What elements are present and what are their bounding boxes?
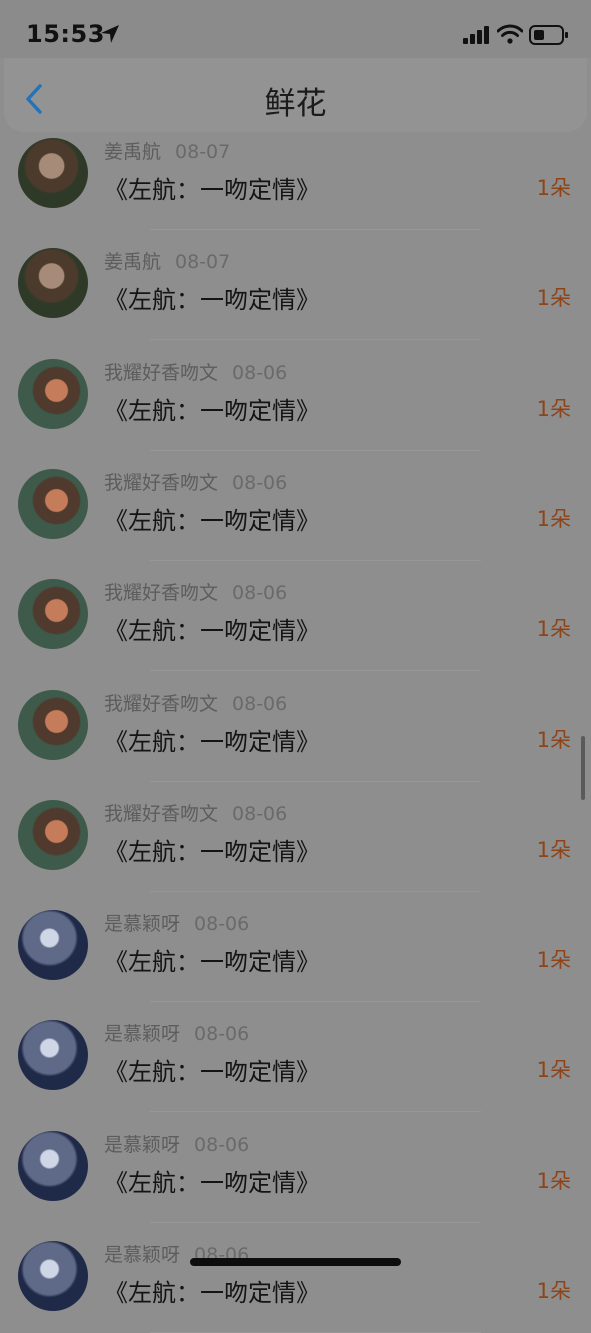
avatar[interactable] [18, 1130, 88, 1201]
wifi-icon [497, 24, 523, 44]
page-title: 鲜花 [264, 86, 327, 122]
row-meta: 是慕颖呀 08-06 [104, 1019, 249, 1046]
home-indicator[interactable] [190, 1258, 401, 1266]
avatar[interactable] [18, 468, 88, 539]
avatar[interactable] [18, 138, 88, 208]
username: 是慕颖呀 [104, 1244, 181, 1266]
flower-count: 1朵 [536, 837, 571, 862]
username: 是慕颖呀 [104, 1133, 181, 1156]
book-title: 《左航：一吻定情》 [104, 1168, 320, 1197]
navigation-bar: 鲜花 [4, 58, 587, 132]
location-arrow-icon [101, 25, 119, 43]
book-title: 《左航：一吻定情》 [104, 1279, 320, 1307]
avatar[interactable] [18, 910, 88, 981]
avatar[interactable] [18, 799, 88, 870]
username: 姜禹航 [104, 141, 162, 163]
username: 是慕颖呀 [104, 1023, 181, 1046]
flower-count: 1朵 [536, 1058, 571, 1083]
list-item[interactable]: 我耀好香吻文 08-06 《左航：一吻定情》 1朵 [0, 782, 591, 892]
list-item[interactable]: 姜禹航 08-07 《左航：一吻定情》 1朵 [0, 230, 591, 341]
book-title: 《左航：一吻定情》 [104, 727, 320, 756]
row-meta: 是慕颖呀 08-06 [104, 1130, 249, 1157]
avatar[interactable] [18, 579, 88, 650]
row-meta: 我耀好香吻文 08-06 [104, 468, 287, 495]
username: 是慕颖呀 [104, 913, 181, 936]
list-item[interactable]: 我耀好香吻文 08-06 《左航：一吻定情》 1朵 [0, 451, 591, 561]
battery-icon [529, 25, 568, 45]
status-bar: 15:53 [0, 0, 591, 58]
username: 我耀好香吻文 [104, 471, 219, 494]
book-title: 《左航：一吻定情》 [104, 837, 320, 866]
flower-count: 1朵 [536, 506, 571, 531]
list-item[interactable]: 是慕颖呀 08-06 《左航：一吻定情》 1朵 [0, 1002, 591, 1113]
date: 08-06 [232, 582, 288, 605]
list-item[interactable]: 我耀好香吻文 08-06 《左航：一吻定情》 1朵 [0, 341, 591, 451]
date: 08-06 [232, 802, 288, 825]
username: 我耀好香吻文 [104, 802, 219, 825]
date: 08-06 [232, 692, 288, 715]
date: 08-06 [194, 913, 250, 936]
avatar[interactable] [18, 1241, 88, 1311]
book-title: 《左航：一吻定情》 [104, 396, 320, 425]
book-title: 《左航：一吻定情》 [104, 176, 320, 204]
avatar[interactable] [18, 358, 88, 429]
avatar[interactable] [18, 1020, 88, 1091]
list-item[interactable]: 是慕颖呀 08-06 《左航：一吻定情》 1朵 [0, 892, 591, 1003]
list-item[interactable]: 姜禹航 08-07 《左航：一吻定情》 1朵 [0, 120, 591, 230]
book-title: 《左航：一吻定情》 [104, 948, 320, 977]
date: 08-07 [175, 251, 231, 274]
username: 我耀好香吻文 [104, 692, 219, 715]
list-item[interactable]: 我耀好香吻文 08-06 《左航：一吻定情》 1朵 [0, 672, 591, 782]
date: 08-06 [232, 361, 288, 384]
date: 08-06 [232, 471, 288, 494]
book-title: 《左航：一吻定情》 [104, 617, 320, 646]
row-meta: 是慕颖呀 08-06 [104, 909, 249, 936]
row-meta: 我耀好香吻文 08-06 [104, 358, 287, 385]
row-meta: 我耀好香吻文 08-06 [104, 689, 287, 716]
date: 08-07 [175, 141, 231, 163]
flower-count: 1朵 [536, 1168, 571, 1193]
row-meta: 姜禹航 08-07 [104, 137, 230, 164]
list-item[interactable]: 我耀好香吻文 08-06 《左航：一吻定情》 1朵 [0, 561, 591, 672]
flower-count: 1朵 [536, 286, 571, 311]
row-meta: 我耀好香吻文 08-06 [104, 578, 287, 605]
date: 08-06 [194, 1023, 250, 1046]
book-title: 《左航：一吻定情》 [104, 1058, 320, 1087]
scroll-indicator[interactable] [581, 736, 585, 800]
list-item[interactable]: 是慕颖呀 08-06 《左航：一吻定情》 1朵 [0, 1223, 591, 1333]
flower-list: 姜禹航 08-07 《左航：一吻定情》 1朵 姜禹航 08-07 《左航：一吻定情》 1朵 我耀… [0, 0, 591, 1333]
flower-count: 1朵 [536, 396, 571, 421]
flower-count: 1朵 [536, 727, 571, 752]
row-meta: 我耀好香吻文 08-06 [104, 799, 287, 826]
avatar[interactable] [18, 689, 88, 760]
cellular-signal-icon [463, 26, 489, 44]
flower-count: 1朵 [536, 948, 571, 973]
flower-count: 1朵 [536, 176, 571, 200]
status-time: 15:53 [26, 20, 105, 48]
username: 我耀好香吻文 [104, 582, 219, 605]
book-title: 《左航：一吻定情》 [104, 506, 320, 535]
book-title: 《左航：一吻定情》 [104, 286, 320, 315]
row-meta: 姜禹航 08-07 [104, 247, 230, 274]
username: 姜禹航 [104, 251, 162, 274]
date: 08-06 [194, 1133, 250, 1156]
avatar[interactable] [18, 248, 88, 319]
flower-count: 1朵 [536, 617, 571, 642]
list-item[interactable]: 是慕颖呀 08-06 《左航：一吻定情》 1朵 [0, 1113, 591, 1223]
username: 我耀好香吻文 [104, 361, 219, 384]
